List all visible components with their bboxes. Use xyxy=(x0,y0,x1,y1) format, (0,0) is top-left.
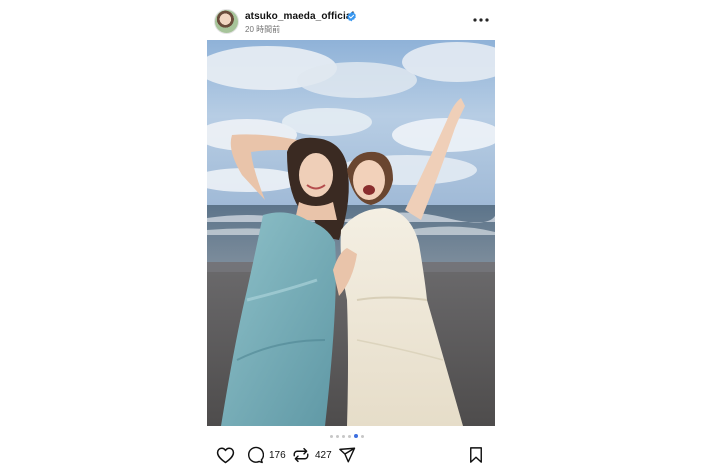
comment-button[interactable]: 176 xyxy=(246,446,286,464)
carousel-indicator xyxy=(330,434,364,438)
bookmark-icon xyxy=(470,447,482,463)
comment-count: 176 xyxy=(269,449,286,461)
save-button[interactable] xyxy=(468,446,484,464)
action-bar: 176 427 xyxy=(214,445,486,465)
carousel-dot-active xyxy=(354,434,358,438)
carousel-dot xyxy=(342,434,345,438)
beach-photo xyxy=(207,40,495,426)
more-options-icon[interactable] xyxy=(471,13,491,27)
avatar[interactable] xyxy=(214,9,239,34)
repost-count: 427 xyxy=(315,449,332,461)
verified-badge-icon xyxy=(347,11,356,22)
carousel-dot xyxy=(330,434,333,438)
share-icon xyxy=(339,447,356,463)
carousel-dot xyxy=(361,434,364,438)
like-button[interactable] xyxy=(216,446,235,464)
repost-icon xyxy=(293,447,309,463)
repost-button[interactable]: 427 xyxy=(292,446,332,464)
username[interactable]: atsuko_maeda_official xyxy=(245,11,354,22)
post-card: atsuko_maeda_official 20 時間前 176 427 xyxy=(0,0,702,468)
heart-icon xyxy=(216,447,235,464)
carousel-dot xyxy=(348,434,351,438)
post-photo[interactable] xyxy=(207,40,495,426)
post-timestamp: 20 時間前 xyxy=(245,25,281,34)
post-header: atsuko_maeda_official 20 時間前 xyxy=(212,8,502,34)
share-button[interactable] xyxy=(338,446,356,464)
carousel-dot xyxy=(336,434,339,438)
comment-icon xyxy=(248,446,264,464)
